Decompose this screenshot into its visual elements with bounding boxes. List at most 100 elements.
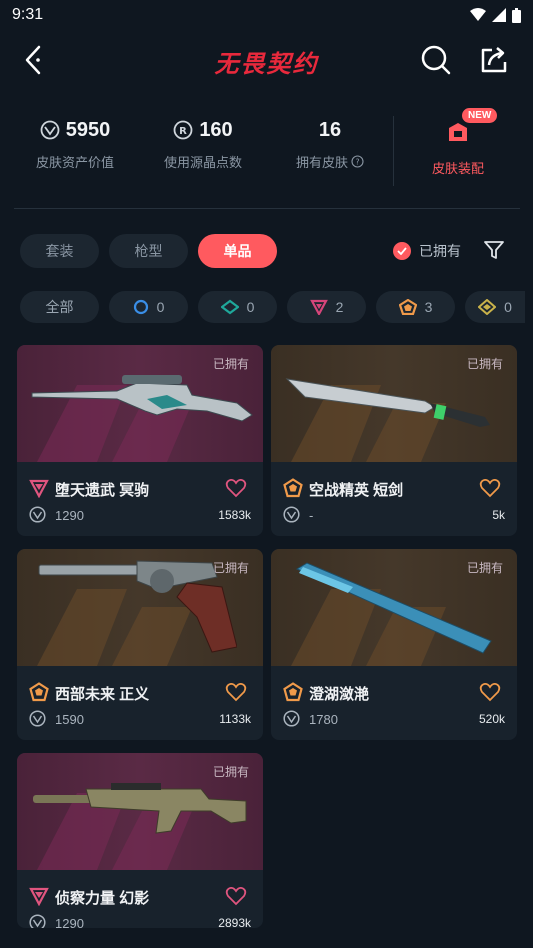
skin-equip-button[interactable]: NEW 皮肤装配	[410, 108, 506, 177]
rarity-filter-row: 全部 0 0 2 3 0	[20, 291, 525, 323]
skin-likes: 520k	[478, 712, 505, 726]
skin-likes: 2893k	[218, 916, 251, 928]
checkbox-checked-icon	[393, 242, 411, 260]
skin-art: 已拥有	[17, 753, 263, 870]
exclusive-tier-icon	[283, 478, 303, 498]
rarity-chip-deluxe[interactable]: 0	[198, 291, 277, 323]
heart-icon[interactable]	[479, 477, 501, 499]
signal-icon	[492, 8, 506, 22]
rarity-chip-all[interactable]: 全部	[20, 291, 99, 323]
share-icon	[481, 47, 507, 73]
deluxe-tier-icon	[220, 299, 239, 315]
vp-currency-icon	[283, 506, 300, 523]
vp-currency-icon	[29, 506, 46, 523]
stat-owned-skins: 16 拥有皮肤 ?	[265, 110, 395, 171]
rarity-chip-ultra[interactable]: 0	[465, 291, 525, 323]
premium-tier-icon	[29, 887, 49, 906]
stat-label: 拥有皮肤	[295, 155, 348, 170]
skin-name: 侦察力量 幻影	[55, 890, 150, 907]
skin-art: 已拥有	[17, 549, 263, 666]
svg-text:R: R	[179, 126, 187, 137]
vp-currency-icon	[29, 710, 46, 727]
skin-name: 澄湖潋滟	[309, 686, 370, 703]
radianite-icon: R	[173, 120, 193, 140]
chip-count: 0	[504, 299, 512, 315]
skin-art: 已拥有	[271, 549, 517, 666]
equip-label: 皮肤装配	[431, 161, 484, 176]
stats-divider	[393, 116, 394, 186]
skin-name: 西部未来 正义	[55, 686, 150, 703]
select-tier-icon	[133, 299, 148, 315]
rifle-image	[33, 783, 247, 834]
search-button[interactable]	[420, 44, 452, 76]
skin-price: 1780	[309, 712, 338, 727]
skin-card[interactable]: 已拥有 侦察力量 幻影 1290 2893k	[17, 753, 263, 928]
stat-value: 5950	[65, 118, 111, 141]
status-icons	[470, 7, 521, 23]
tab-single-item[interactable]: 单品	[198, 234, 277, 268]
skin-art: 已拥有	[271, 345, 517, 462]
stat-label: 皮肤资产价值	[35, 155, 114, 170]
premium-tier-icon	[29, 479, 49, 498]
status-bar: 9:31	[0, 0, 533, 30]
owned-tag: 已拥有	[466, 561, 503, 575]
skin-card[interactable]: 已拥有 堕天遗武 冥驹 1290 1583k	[17, 345, 263, 536]
vp-currency-icon	[29, 914, 46, 928]
skin-info: 澄湖潋滟 1780 520k	[271, 666, 517, 740]
skin-card[interactable]: 已拥有 澄湖潋滟 1780 520k	[271, 549, 517, 740]
exclusive-tier-icon	[398, 299, 417, 315]
skin-price: 1290	[55, 508, 84, 523]
heart-icon[interactable]	[479, 681, 501, 703]
heart-icon[interactable]	[225, 477, 247, 499]
help-icon[interactable]: ?	[351, 155, 364, 168]
vp-currency-icon	[283, 710, 300, 727]
skin-card[interactable]: 已拥有 空战精英 短剑 - 5k	[271, 345, 517, 536]
heart-icon[interactable]	[225, 885, 247, 907]
owned-tag: 已拥有	[212, 561, 249, 575]
chip-label: 全部	[45, 299, 74, 315]
battery-icon	[512, 7, 521, 23]
exclusive-tier-icon	[283, 682, 303, 702]
skin-likes: 1583k	[218, 508, 251, 522]
exclusive-tier-icon	[29, 682, 49, 702]
stat-radianite: R 160 使用源晶点数	[138, 110, 268, 171]
category-tabs: 套装 枪型 单品	[20, 234, 277, 268]
wifi-icon	[470, 8, 486, 21]
tab-bundle[interactable]: 套装	[20, 234, 99, 268]
stats-panel: 5950 皮肤资产价值 R 160 使用源晶点数 16 拥有皮肤 ? NEW 皮…	[0, 108, 533, 200]
knife-image	[285, 378, 490, 427]
owned-filter-toggle[interactable]: 已拥有	[393, 241, 461, 261]
search-icon	[421, 45, 451, 75]
owned-tag: 已拥有	[212, 357, 249, 371]
heart-icon[interactable]	[225, 681, 247, 703]
app-title: 无畏契约	[214, 50, 319, 78]
stat-value: 16	[318, 118, 342, 141]
skin-info: 侦察力量 幻影 1290 2893k	[17, 870, 263, 928]
skin-likes: 1133k	[219, 712, 251, 726]
filter-button[interactable]	[483, 239, 505, 261]
skin-name: 堕天遗武 冥驹	[55, 482, 150, 499]
owned-tag: 已拥有	[212, 765, 249, 779]
skin-info: 堕天遗武 冥驹 1290 1583k	[17, 462, 263, 536]
rarity-chip-exclusive[interactable]: 3	[376, 291, 455, 323]
skin-info: 空战精英 短剑 - 5k	[271, 462, 517, 536]
skin-price: 1590	[55, 712, 84, 727]
status-time: 9:31	[12, 6, 44, 23]
chip-count: 3	[424, 299, 433, 315]
new-badge: NEW	[462, 108, 498, 123]
vp-currency-icon	[40, 120, 60, 140]
tab-weapon-type[interactable]: 枪型	[109, 234, 188, 268]
rarity-chip-premium[interactable]: 2	[287, 291, 366, 323]
chip-count: 2	[335, 299, 344, 315]
rarity-chip-select[interactable]: 0	[109, 291, 188, 323]
top-bar: 无畏契约	[0, 30, 533, 90]
equip-icon	[449, 123, 467, 141]
sniper-rifle-image	[31, 375, 253, 422]
share-button[interactable]	[478, 44, 510, 76]
skin-info: 西部未来 正义 1590 1133k	[17, 666, 263, 740]
skin-card[interactable]: 已拥有 西部未来 正义 1590 1133k	[17, 549, 263, 740]
ultra-tier-icon	[478, 299, 497, 315]
chip-count: 0	[246, 299, 255, 315]
stat-skin-value: 5950 皮肤资产价值	[10, 110, 140, 171]
skin-name: 空战精英 短剑	[309, 482, 404, 499]
